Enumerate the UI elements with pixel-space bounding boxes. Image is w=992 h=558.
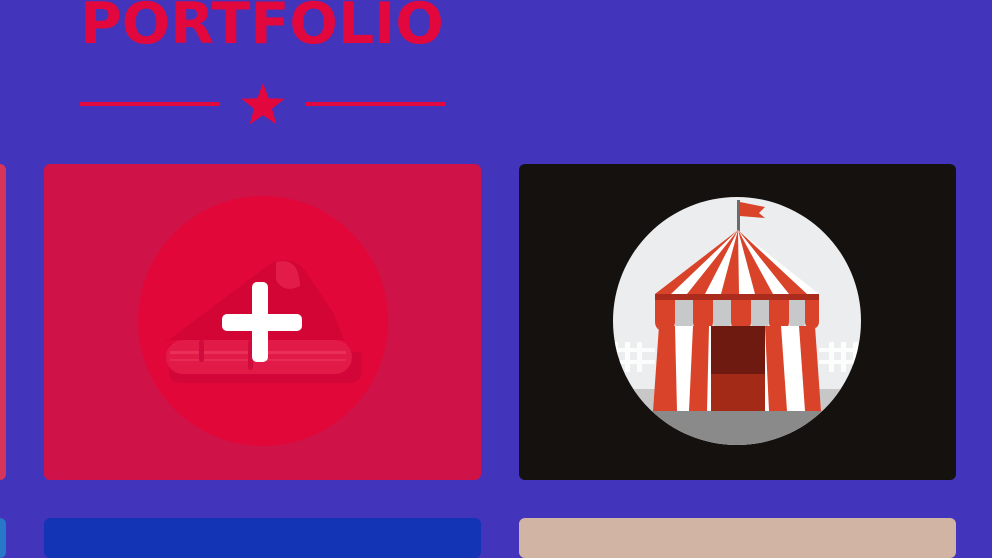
portfolio-card-partial-left-bottom[interactable] [0,518,6,558]
circus-tent-icon [613,197,861,445]
portfolio-card-blue[interactable] [44,518,481,558]
portfolio-card-circus[interactable] [519,164,956,480]
portfolio-card-add[interactable] [44,164,481,480]
divider-line-left [80,102,220,106]
portfolio-title: PORTFOLIO [80,0,444,57]
plus-icon [138,196,388,446]
portfolio-card-partial-left[interactable] [0,164,6,480]
portfolio-card-beige[interactable] [519,518,956,558]
divider-line-right [305,102,445,106]
star-icon [241,83,285,125]
